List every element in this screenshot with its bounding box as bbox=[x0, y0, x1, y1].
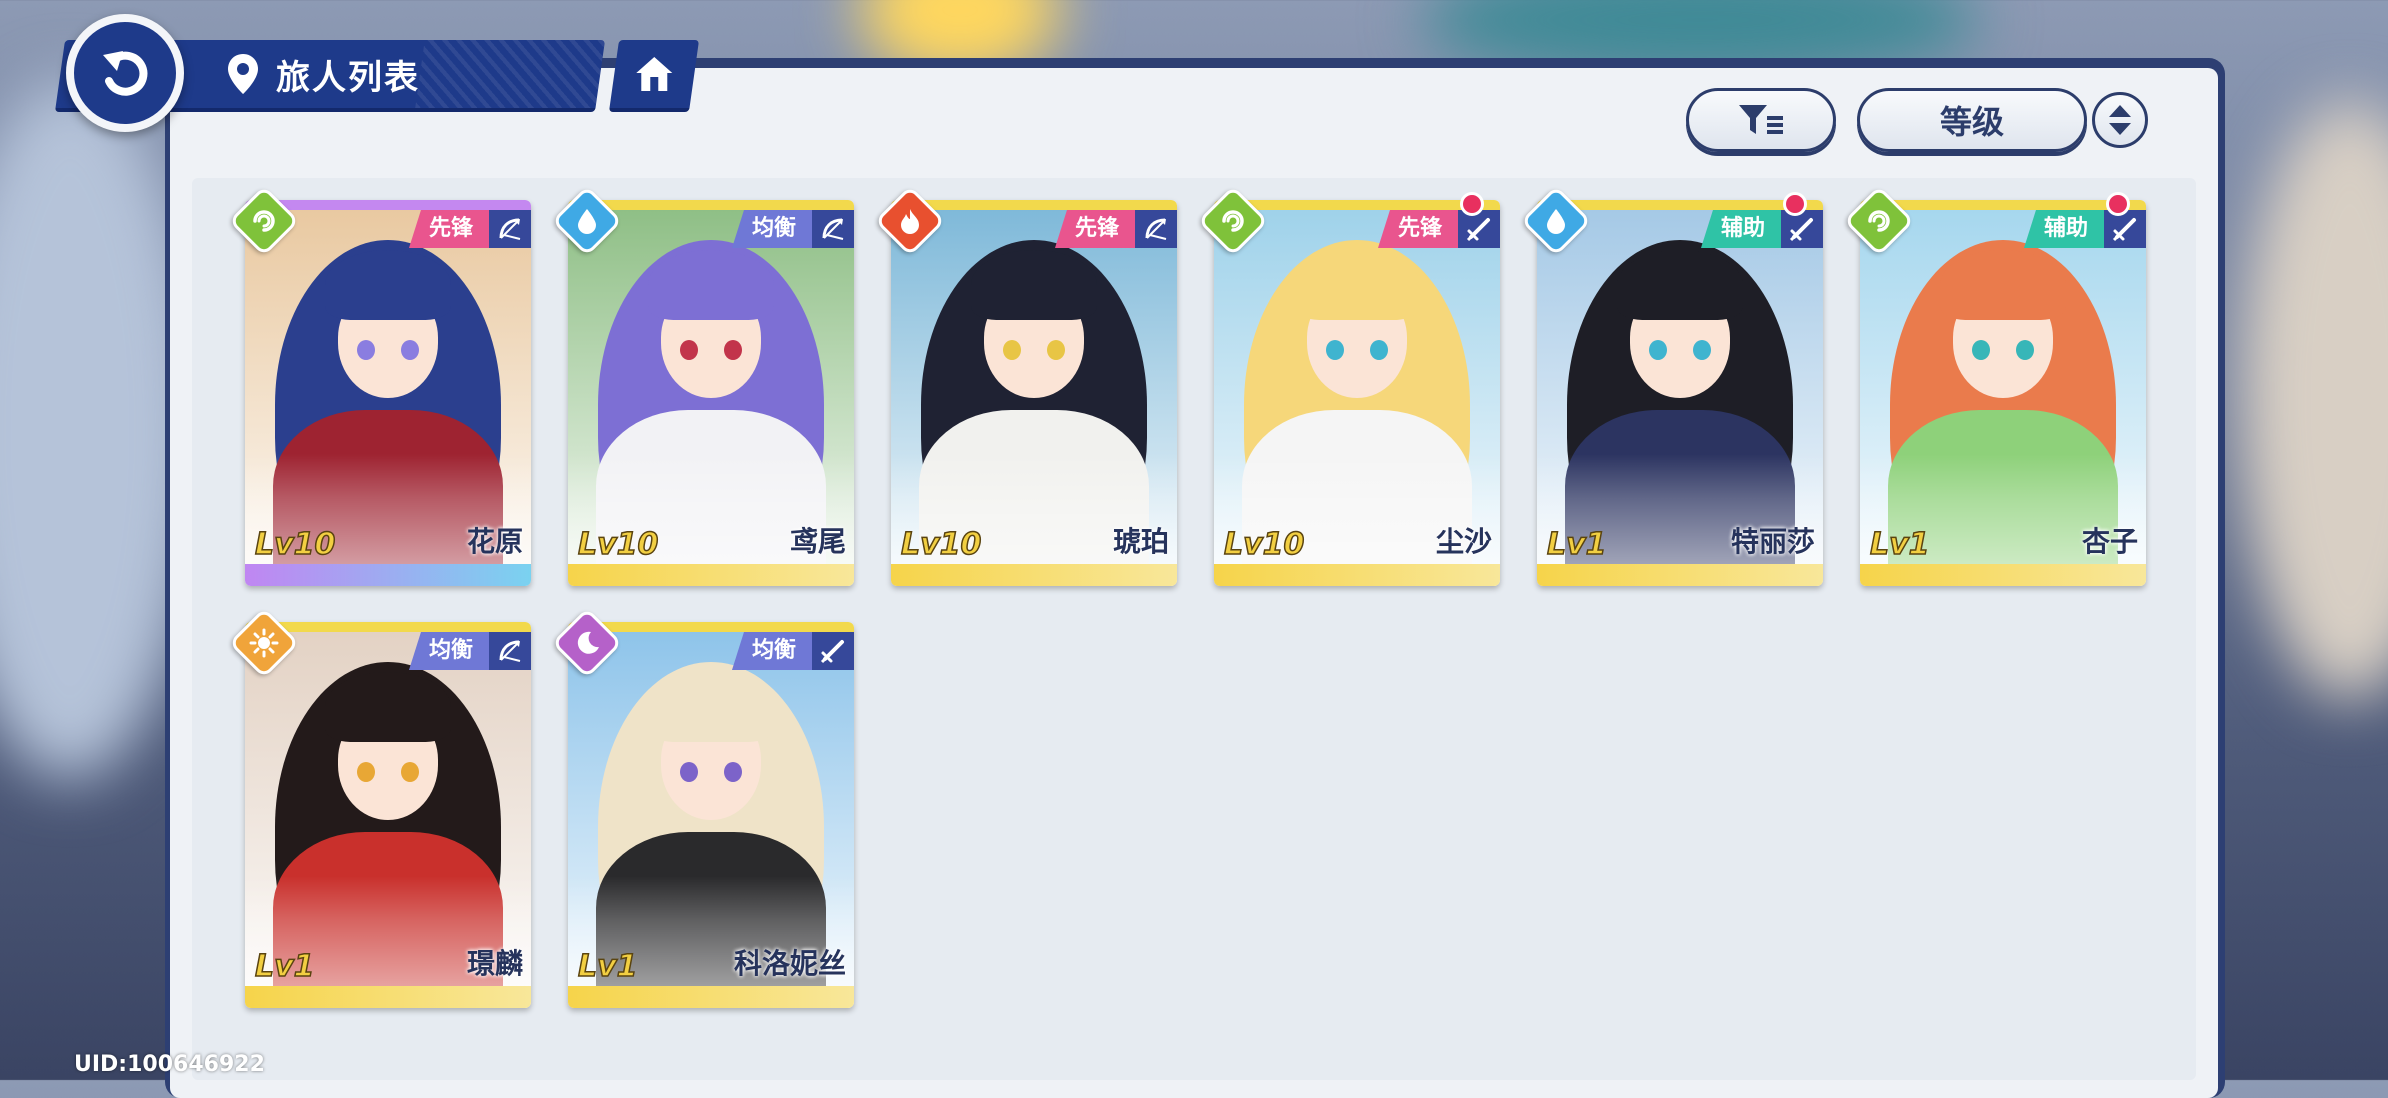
card-rarity-footer bbox=[1860, 564, 2146, 586]
card-rarity-footer bbox=[245, 564, 531, 586]
back-arrow-icon bbox=[103, 51, 148, 96]
notification-dot bbox=[2106, 192, 2130, 216]
character-portrait bbox=[568, 632, 854, 986]
role-tag: 均衡 bbox=[408, 632, 489, 670]
character-level: Lv10 bbox=[254, 526, 336, 563]
character-level: Lv1 bbox=[577, 948, 638, 985]
role-tag: 辅助 bbox=[1700, 210, 1781, 248]
card-rarity-footer bbox=[245, 986, 531, 1008]
character-portrait bbox=[245, 632, 531, 986]
location-pin-icon bbox=[228, 54, 258, 94]
character-card[interactable]: 先锋 Lv10 琥珀 bbox=[891, 200, 1177, 586]
card-rarity-bar bbox=[245, 622, 531, 632]
role-tag: 辅助 bbox=[2023, 210, 2104, 248]
card-rarity-bar bbox=[1860, 200, 2146, 210]
card-rarity-footer bbox=[1537, 564, 1823, 586]
character-level: Lv10 bbox=[900, 526, 982, 563]
character-name: 璟麟 bbox=[466, 947, 523, 980]
character-portrait bbox=[1860, 210, 2146, 564]
sword-weapon-icon bbox=[2104, 210, 2146, 248]
notification-dot bbox=[1783, 192, 1807, 216]
character-card[interactable]: 辅助 Lv1 杏子 bbox=[1860, 200, 2146, 586]
role-tag: 均衡 bbox=[731, 210, 812, 248]
sort-by-level-button[interactable]: 等级 bbox=[1857, 88, 2087, 152]
user-id: UID:100646922 bbox=[74, 1052, 265, 1077]
bow-weapon-icon bbox=[812, 210, 854, 248]
sword-weapon-icon bbox=[1781, 210, 1823, 248]
sort-order-icon bbox=[2109, 105, 2131, 135]
sort-order-toggle[interactable] bbox=[2092, 92, 2148, 148]
character-level: Lv1 bbox=[254, 948, 315, 985]
character-name: 特丽莎 bbox=[1730, 525, 1815, 558]
character-portrait bbox=[1214, 210, 1500, 564]
character-name: 花原 bbox=[466, 525, 523, 558]
title-bar-pattern bbox=[415, 40, 605, 108]
card-rarity-footer bbox=[891, 564, 1177, 586]
card-rarity-bar bbox=[568, 622, 854, 632]
role-tag: 均衡 bbox=[731, 632, 812, 670]
notification-dot bbox=[1460, 192, 1484, 216]
character-portrait bbox=[245, 210, 531, 564]
character-card[interactable]: 先锋 Lv10 尘沙 bbox=[1214, 200, 1500, 586]
filter-button[interactable] bbox=[1686, 88, 1836, 152]
role-tag: 先锋 bbox=[1377, 210, 1458, 248]
character-name: 尘沙 bbox=[1435, 525, 1492, 558]
home-button[interactable] bbox=[608, 40, 700, 112]
character-level: Lv10 bbox=[577, 526, 659, 563]
card-rarity-footer bbox=[568, 564, 854, 586]
character-level: Lv1 bbox=[1869, 526, 1930, 563]
character-name: 科洛妮丝 bbox=[733, 947, 846, 980]
sword-weapon-icon bbox=[812, 632, 854, 670]
character-portrait bbox=[1537, 210, 1823, 564]
bow-weapon-icon bbox=[1135, 210, 1177, 248]
character-level: Lv10 bbox=[1223, 526, 1305, 563]
character-portrait bbox=[891, 210, 1177, 564]
role-tag: 先锋 bbox=[1054, 210, 1135, 248]
card-rarity-bar bbox=[1214, 200, 1500, 210]
card-rarity-bar bbox=[1537, 200, 1823, 210]
character-name: 杏子 bbox=[2081, 525, 2138, 558]
character-card[interactable]: 均衡 Lv1 科洛妮丝 bbox=[568, 622, 854, 1008]
filter-icon bbox=[1739, 105, 1783, 134]
card-rarity-bar bbox=[245, 200, 531, 210]
bow-weapon-icon bbox=[489, 210, 531, 248]
character-card[interactable]: 均衡 Lv1 璟麟 bbox=[245, 622, 531, 1008]
character-card[interactable]: 均衡 Lv10 鸢尾 bbox=[568, 200, 854, 586]
character-level: Lv1 bbox=[1546, 526, 1607, 563]
card-rarity-footer bbox=[1214, 564, 1500, 586]
sword-weapon-icon bbox=[1458, 210, 1500, 248]
page-title: 旅人列表 bbox=[276, 58, 420, 98]
card-rarity-footer bbox=[568, 986, 854, 1008]
character-name: 鸢尾 bbox=[789, 525, 846, 558]
background-window bbox=[2240, 100, 2388, 700]
character-card[interactable]: 先锋 Lv10 花原 bbox=[245, 200, 531, 586]
bow-weapon-icon bbox=[489, 632, 531, 670]
role-tag: 先锋 bbox=[408, 210, 489, 248]
character-card[interactable]: 辅助 Lv1 特丽莎 bbox=[1537, 200, 1823, 586]
card-rarity-bar bbox=[568, 200, 854, 210]
home-icon bbox=[636, 57, 673, 91]
character-portrait bbox=[568, 210, 854, 564]
back-button[interactable] bbox=[66, 14, 184, 132]
card-rarity-bar bbox=[891, 200, 1177, 210]
character-name: 琥珀 bbox=[1112, 525, 1169, 558]
